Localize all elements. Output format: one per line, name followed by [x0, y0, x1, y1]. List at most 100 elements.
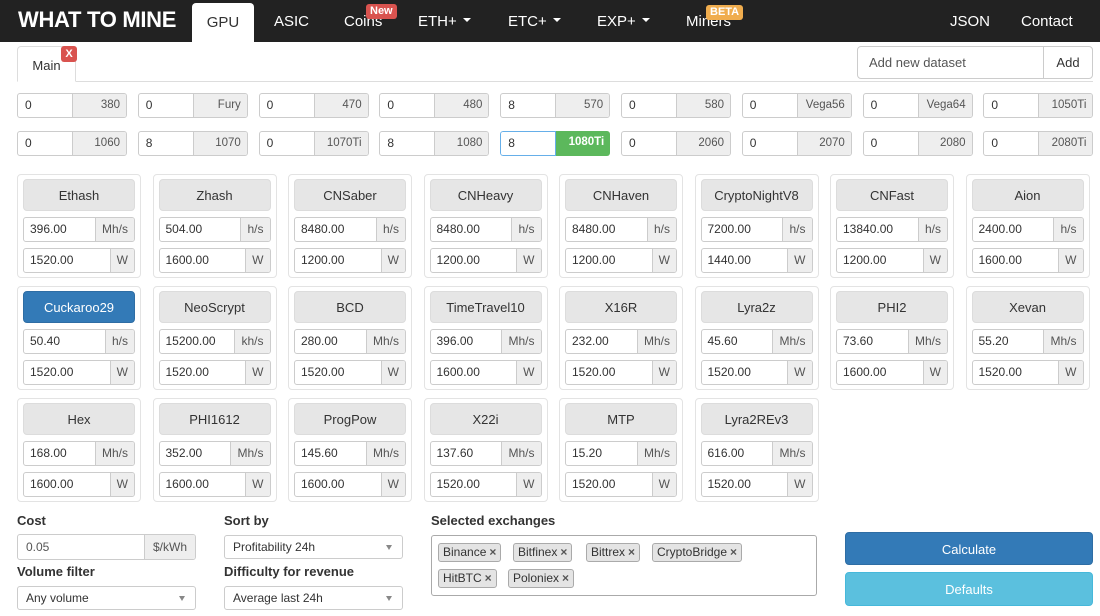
- hashrate-input[interactable]: 15200.00: [160, 330, 235, 353]
- hashrate-input[interactable]: 168.00: [24, 442, 95, 465]
- algorithm-toggle-button[interactable]: X16R: [565, 291, 677, 323]
- power-input-group[interactable]: 1440.00 W: [700, 248, 813, 273]
- hashrate-input[interactable]: 145.60: [295, 442, 366, 465]
- hashrate-input-group[interactable]: 8480.00 h/s: [429, 217, 542, 242]
- power-input[interactable]: 1600.00: [973, 249, 1059, 272]
- hashrate-input-group[interactable]: 15.20 Mh/s: [565, 441, 677, 466]
- hashrate-input-group[interactable]: 504.00 h/s: [158, 217, 271, 242]
- cost-input-group[interactable]: 0.05 $/kWh: [17, 534, 196, 560]
- hashrate-input-group[interactable]: 396.00 Mh/s: [23, 217, 135, 242]
- nav-json[interactable]: JSON: [950, 0, 990, 42]
- hashrate-input-group[interactable]: 45.60 Mh/s: [700, 329, 813, 354]
- power-input[interactable]: 1600.00: [160, 249, 246, 272]
- power-input[interactable]: 1520.00: [566, 361, 652, 384]
- hashrate-input[interactable]: 8480.00: [295, 218, 376, 241]
- gpu-quantity-input[interactable]: 0 470: [258, 93, 369, 118]
- gpu-quantity-value[interactable]: 8: [380, 132, 434, 155]
- gpu-quantity-input[interactable]: 8 1080Ti: [500, 131, 611, 156]
- gpu-quantity-value[interactable]: 0: [260, 132, 314, 155]
- add-dataset-button[interactable]: Add: [1043, 46, 1093, 79]
- hashrate-input[interactable]: 50.40: [24, 330, 105, 353]
- power-input-group[interactable]: 1520.00 W: [565, 360, 677, 385]
- hashrate-input-group[interactable]: 137.60 Mh/s: [429, 441, 542, 466]
- defaults-button[interactable]: Defaults: [845, 572, 1093, 606]
- new-dataset-input[interactable]: [857, 46, 1044, 79]
- power-input-group[interactable]: 1600.00 W: [429, 360, 542, 385]
- power-input[interactable]: 1600.00: [24, 473, 110, 496]
- power-input-group[interactable]: 1520.00 W: [700, 360, 813, 385]
- remove-icon[interactable]: ×: [628, 545, 635, 559]
- power-input-group[interactable]: 1600.00 W: [836, 360, 948, 385]
- gpu-quantity-value[interactable]: 8: [500, 131, 557, 156]
- nav-asic[interactable]: ASIC: [274, 0, 309, 42]
- hashrate-input[interactable]: 352.00: [160, 442, 231, 465]
- power-input[interactable]: 1520.00: [160, 361, 246, 384]
- hashrate-input-group[interactable]: 8480.00 h/s: [565, 217, 677, 242]
- hashrate-input[interactable]: 55.20: [973, 330, 1044, 353]
- gpu-quantity-input[interactable]: 0 Vega56: [741, 93, 852, 118]
- algorithm-toggle-button[interactable]: CryptoNightV8: [700, 179, 813, 211]
- gpu-quantity-input[interactable]: 0 580: [621, 93, 731, 118]
- power-input[interactable]: 1520.00: [295, 361, 381, 384]
- hashrate-input-group[interactable]: 168.00 Mh/s: [23, 441, 135, 466]
- gpu-quantity-input[interactable]: 8 1070: [137, 131, 248, 156]
- algorithm-toggle-button[interactable]: BCD: [294, 291, 406, 323]
- power-input-group[interactable]: 1520.00 W: [23, 248, 135, 273]
- gpu-quantity-value[interactable]: 0: [743, 94, 797, 117]
- gpu-quantity-value[interactable]: 0: [380, 94, 434, 117]
- volume-filter-select[interactable]: Any volume: [17, 586, 196, 610]
- gpu-quantity-input[interactable]: 8 570: [500, 93, 611, 118]
- brand-logo[interactable]: WHAT TO MINE: [18, 7, 176, 33]
- hashrate-input[interactable]: 396.00: [431, 330, 502, 353]
- hashrate-input-group[interactable]: 352.00 Mh/s: [158, 441, 271, 466]
- power-input-group[interactable]: 1200.00 W: [565, 248, 677, 273]
- hashrate-input-group[interactable]: 50.40 h/s: [23, 329, 135, 354]
- power-input[interactable]: 1600.00: [837, 361, 923, 384]
- hashrate-input[interactable]: 15.20: [566, 442, 637, 465]
- algorithm-toggle-button[interactable]: PHI2: [836, 291, 948, 323]
- power-input[interactable]: 1520.00: [702, 473, 788, 496]
- power-input[interactable]: 1520.00: [431, 473, 517, 496]
- power-input[interactable]: 1520.00: [973, 361, 1059, 384]
- algorithm-toggle-button[interactable]: Xevan: [971, 291, 1084, 323]
- difficulty-select[interactable]: Average last 24h: [224, 586, 403, 610]
- power-input-group[interactable]: 1520.00 W: [294, 360, 406, 385]
- algorithm-toggle-button[interactable]: Zhash: [158, 179, 271, 211]
- gpu-quantity-input[interactable]: 0 380: [17, 93, 127, 118]
- algorithm-toggle-button[interactable]: Aion: [971, 179, 1084, 211]
- power-input[interactable]: 1600.00: [431, 361, 517, 384]
- gpu-quantity-input[interactable]: 0 2070: [741, 131, 852, 156]
- hashrate-input-group[interactable]: 13840.00 h/s: [836, 217, 948, 242]
- algorithm-toggle-button[interactable]: MTP: [565, 403, 677, 435]
- gpu-quantity-value[interactable]: 0: [260, 94, 314, 117]
- remove-icon[interactable]: ×: [485, 571, 492, 585]
- hashrate-input[interactable]: 8480.00: [566, 218, 647, 241]
- gpu-quantity-value[interactable]: 0: [622, 94, 676, 117]
- hashrate-input-group[interactable]: 396.00 Mh/s: [429, 329, 542, 354]
- power-input[interactable]: 1600.00: [160, 473, 246, 496]
- exchanges-multiselect[interactable]: Binance × Bitfinex × Bittrex × CryptoBridge…: [431, 535, 817, 596]
- gpu-quantity-input[interactable]: 0 2060: [621, 131, 731, 156]
- hashrate-input[interactable]: 73.60: [837, 330, 908, 353]
- algorithm-toggle-button[interactable]: ProgPow: [294, 403, 406, 435]
- hashrate-input-group[interactable]: 280.00 Mh/s: [294, 329, 406, 354]
- hashrate-input[interactable]: 137.60: [431, 442, 502, 465]
- remove-icon[interactable]: ×: [562, 571, 569, 585]
- algorithm-toggle-button[interactable]: CNFast: [836, 179, 948, 211]
- hashrate-input[interactable]: 7200.00: [702, 218, 783, 241]
- gpu-quantity-value[interactable]: 0: [18, 132, 72, 155]
- power-input[interactable]: 1520.00: [566, 473, 652, 496]
- gpu-quantity-value[interactable]: 0: [18, 94, 72, 117]
- hashrate-input-group[interactable]: 232.00 Mh/s: [565, 329, 677, 354]
- power-input[interactable]: 1520.00: [24, 361, 110, 384]
- hashrate-input[interactable]: 396.00: [24, 218, 95, 241]
- power-input[interactable]: 1520.00: [24, 249, 110, 272]
- gpu-quantity-value[interactable]: 8: [139, 132, 193, 155]
- hashrate-input[interactable]: 504.00: [160, 218, 241, 241]
- hashrate-input-group[interactable]: 8480.00 h/s: [294, 217, 406, 242]
- close-tab-button[interactable]: X: [61, 46, 77, 62]
- remove-icon[interactable]: ×: [730, 545, 737, 559]
- hashrate-input-group[interactable]: 2400.00 h/s: [971, 217, 1084, 242]
- power-input-group[interactable]: 1600.00 W: [158, 248, 271, 273]
- nav-exp-dropdown[interactable]: EXP+: [597, 0, 650, 42]
